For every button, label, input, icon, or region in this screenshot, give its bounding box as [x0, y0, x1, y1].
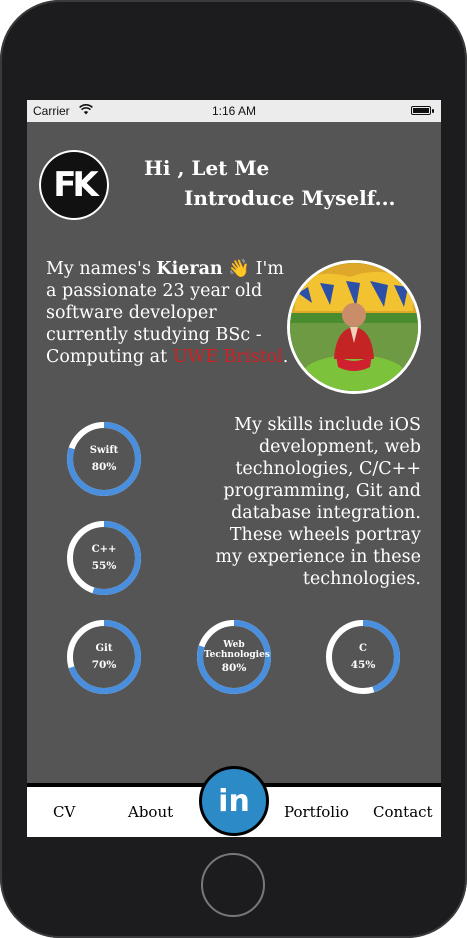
- wheel-name: C: [359, 642, 367, 654]
- wheel-name: Web Technologies: [204, 639, 270, 660]
- skill-wheel-cpp: C++ 55%: [65, 519, 143, 597]
- greeting-line-1: Hi , Let Me: [144, 156, 270, 180]
- wheel-name: Swift: [89, 444, 119, 456]
- tab-contact[interactable]: Contact: [373, 803, 433, 821]
- skill-wheel-c: C 45%: [324, 618, 402, 696]
- battery-icon: [411, 106, 434, 115]
- profile-photo: [287, 260, 421, 394]
- university-name: UWE Bristol: [172, 347, 283, 367]
- skills-description: My skills include iOS development, web t…: [215, 415, 421, 589]
- tab-cv[interactable]: CV: [53, 803, 75, 821]
- linkedin-button[interactable]: in: [199, 766, 269, 836]
- wheel-percent: 45%: [350, 658, 376, 671]
- wave-emoji: 👋: [228, 259, 251, 279]
- wheel-percent: 70%: [91, 658, 117, 671]
- wheel-percent: 80%: [91, 460, 117, 473]
- wheel-name: Git: [95, 642, 113, 654]
- status-time: 1:16 AM: [211, 104, 257, 118]
- greeting-line-2: Introduce Myself...: [184, 186, 396, 210]
- skill-wheel-git: Git 70%: [65, 618, 143, 696]
- intro-prefix: My names's: [46, 259, 157, 279]
- tab-portfolio[interactable]: Portfolio: [284, 803, 349, 821]
- intro-name: Kieran: [156, 259, 223, 279]
- home-button[interactable]: [201, 853, 265, 917]
- intro-text: My names's Kieran 👋 I'm a passionate 23 …: [46, 258, 291, 368]
- tab-about[interactable]: About: [128, 803, 173, 821]
- wheel-name: C++: [91, 543, 117, 555]
- status-bar: Carrier 1:16 AM: [27, 100, 441, 122]
- wheel-percent: 55%: [91, 559, 117, 572]
- wheel-percent: 80%: [221, 661, 247, 674]
- profile-logo: FK: [39, 150, 109, 220]
- app-screen: Carrier 1:16 AM FK Hi , Let Me Introduce…: [27, 100, 441, 837]
- intro-suffix: .: [282, 347, 289, 367]
- skill-wheel-web-technologies: Web Technologies 80%: [195, 618, 273, 696]
- skill-wheel-swift: Swift 80%: [65, 420, 143, 498]
